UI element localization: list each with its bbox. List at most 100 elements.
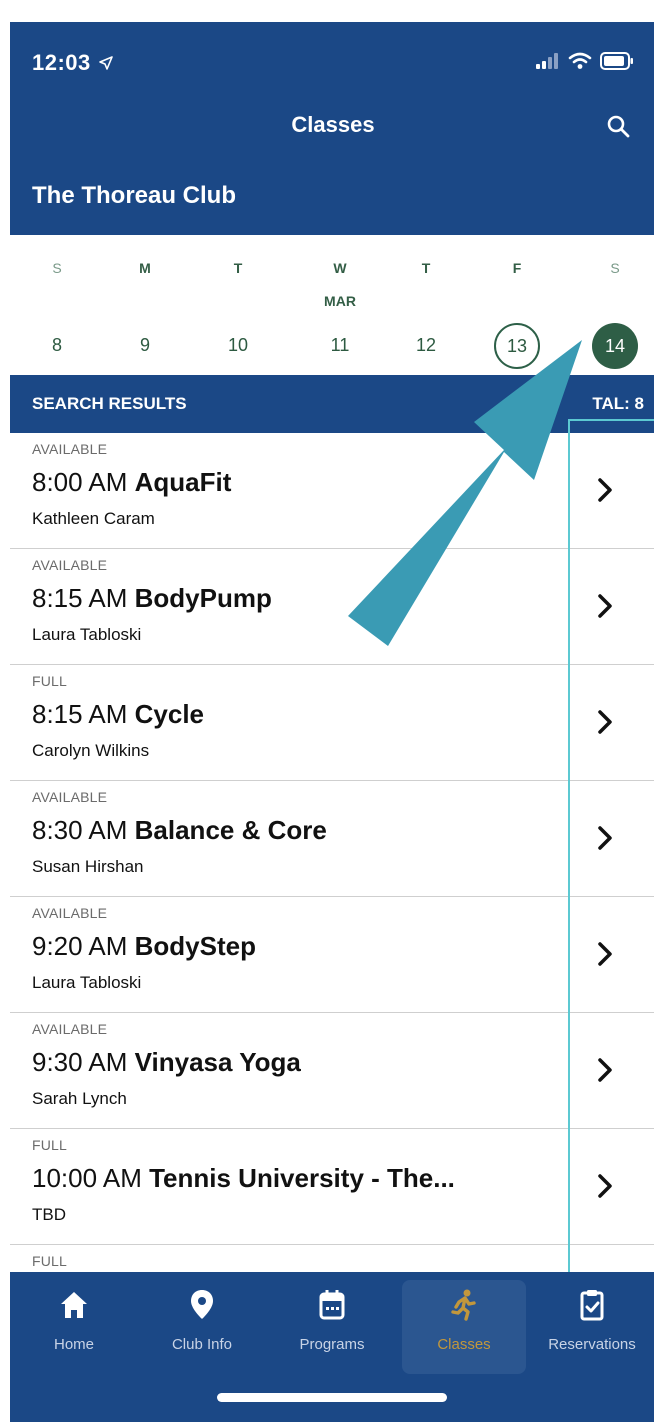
tab-club-info[interactable]: Club Info	[138, 1272, 266, 1372]
class-title: 8:15 AM BodyPump	[32, 583, 272, 614]
class-name: Vinyasa Yoga	[134, 1047, 301, 1077]
calendar-day-10[interactable]: 10	[213, 323, 263, 367]
class-row[interactable]: AVAILABLE 9:30 AM Vinyasa Yoga Sarah Lyn…	[10, 1013, 654, 1129]
class-instructor: TBD	[32, 1205, 66, 1224]
status-icons	[536, 52, 634, 70]
home-icon	[61, 1292, 87, 1318]
annotation-highlight-box	[568, 419, 654, 1275]
calendar-month: MAR	[324, 293, 356, 309]
search-icon	[607, 115, 630, 138]
calendar-date-label: 14	[592, 323, 638, 369]
class-title: 9:20 AM BodyStep	[32, 931, 256, 962]
class-time: 8:00 AM	[32, 467, 128, 497]
class-row[interactable]: AVAILABLE 9:20 AM BodyStep Laura Tablosk…	[10, 897, 654, 1013]
class-list: AVAILABLE 8:00 AM AquaFit Kathleen Caram…	[10, 433, 654, 1361]
class-instructor: Laura Tabloski	[32, 625, 142, 644]
class-status: AVAILABLE	[32, 557, 108, 573]
class-row[interactable]: AVAILABLE 8:00 AM AquaFit Kathleen Caram	[10, 433, 654, 549]
battery-icon	[600, 52, 633, 70]
class-time: 9:20 AM	[32, 931, 128, 961]
search-results-bar: SEARCH RESULTS TAL: 8	[10, 375, 654, 433]
class-status: FULL	[32, 1253, 68, 1269]
week-calendar: S M T W T F S MAR 8 9 10 11 12 13 14	[10, 235, 654, 375]
calendar-date-label: 10	[227, 335, 249, 355]
class-status: AVAILABLE	[32, 1021, 108, 1037]
status-bar: 12:03	[10, 22, 654, 98]
calendar-icon	[319, 1290, 345, 1320]
app-screen: 12:03 Classes The Thoreau Club S M T W T…	[10, 22, 654, 1422]
signal-icon	[536, 53, 558, 69]
class-instructor: Susan Hirshan	[32, 857, 144, 876]
home-indicator[interactable]	[217, 1393, 447, 1402]
class-time: 8:15 AM	[32, 699, 128, 729]
calendar-date-label: 11	[330, 335, 350, 355]
class-time: 8:30 AM	[32, 815, 128, 845]
calendar-date-label: 13	[494, 323, 540, 369]
class-name: Cycle	[134, 699, 205, 729]
class-status: FULL	[32, 673, 68, 689]
calendar-day-11[interactable]: 11	[315, 323, 365, 367]
calendar-day-8[interactable]: 8	[32, 323, 82, 367]
tab-programs[interactable]: Programs	[268, 1272, 396, 1372]
dow-label: W	[333, 260, 347, 276]
class-name: BodyStep	[134, 931, 256, 961]
class-row[interactable]: FULL 10:00 AM Tennis University - The...…	[10, 1129, 654, 1245]
class-instructor: Sarah Lynch	[32, 1089, 127, 1108]
club-name: The Thoreau Club	[32, 182, 236, 209]
tab-label: Club Info	[171, 1336, 233, 1353]
dow-label: S	[52, 260, 62, 276]
dow-label: M	[139, 260, 151, 276]
class-name: Balance & Core	[134, 815, 327, 845]
calendar-day-9[interactable]: 9	[120, 323, 170, 367]
status-time-text: 12:03	[32, 50, 91, 75]
dow-label: T	[421, 260, 431, 276]
dow-label: F	[512, 260, 522, 276]
tab-label: Home	[53, 1336, 94, 1353]
class-name: Tennis University - The...	[149, 1163, 455, 1193]
class-status: AVAILABLE	[32, 905, 108, 921]
location-pin-icon	[191, 1290, 213, 1319]
app-header: 12:03 Classes The Thoreau Club	[10, 22, 654, 235]
class-name: BodyPump	[134, 583, 272, 613]
page-title: Classes	[291, 112, 375, 137]
location-arrow-icon	[99, 56, 114, 70]
class-status: AVAILABLE	[32, 441, 108, 457]
class-time: 9:30 AM	[32, 1047, 128, 1077]
class-title: 9:30 AM Vinyasa Yoga	[32, 1047, 301, 1078]
calendar-date-label: 8	[51, 335, 62, 355]
calendar-date-label: 9	[139, 335, 150, 355]
class-time: 10:00 AM	[32, 1163, 142, 1193]
class-title: 8:00 AM AquaFit	[32, 467, 231, 498]
tab-bar: Home Club Info Programs Classes Reservat…	[10, 1272, 654, 1422]
class-title: 8:15 AM Cycle	[32, 699, 204, 730]
results-total: TAL: 8	[592, 394, 644, 413]
calendar-day-12[interactable]: 12	[401, 323, 451, 367]
dow-label: T	[233, 260, 243, 276]
tab-label: Programs	[299, 1336, 365, 1353]
class-instructor: Carolyn Wilkins	[32, 741, 150, 760]
wifi-icon	[568, 52, 592, 69]
calendar-day-13-today[interactable]: 13	[492, 323, 542, 369]
tab-label: Classes	[437, 1336, 491, 1353]
class-instructor: Kathleen Caram	[32, 509, 155, 528]
class-name: AquaFit	[134, 467, 232, 497]
clipboard-check-icon	[580, 1290, 604, 1321]
results-label: SEARCH RESULTS	[32, 394, 187, 413]
calendar-day-14-selected[interactable]: 14	[590, 323, 640, 369]
calendar-date-label: 12	[415, 335, 437, 355]
class-title: 10:00 AM Tennis University - The...	[32, 1163, 455, 1194]
tab-label: Reservations	[548, 1336, 636, 1353]
tab-home[interactable]: Home	[10, 1272, 138, 1372]
class-row[interactable]: FULL 8:15 AM Cycle Carolyn Wilkins	[10, 665, 654, 781]
class-row[interactable]: AVAILABLE 8:15 AM BodyPump Laura Tablosk…	[10, 549, 654, 665]
dow-label: S	[610, 260, 620, 276]
status-time: 12:03	[32, 50, 114, 76]
class-title: 8:30 AM Balance & Core	[32, 815, 327, 846]
runner-icon	[451, 1289, 476, 1321]
tab-reservations[interactable]: Reservations	[528, 1272, 654, 1372]
search-button[interactable]	[600, 108, 636, 144]
class-instructor: Laura Tabloski	[32, 973, 142, 992]
tab-classes[interactable]: Classes	[402, 1280, 526, 1374]
class-row[interactable]: AVAILABLE 8:30 AM Balance & Core Susan H…	[10, 781, 654, 897]
class-status: AVAILABLE	[32, 789, 108, 805]
